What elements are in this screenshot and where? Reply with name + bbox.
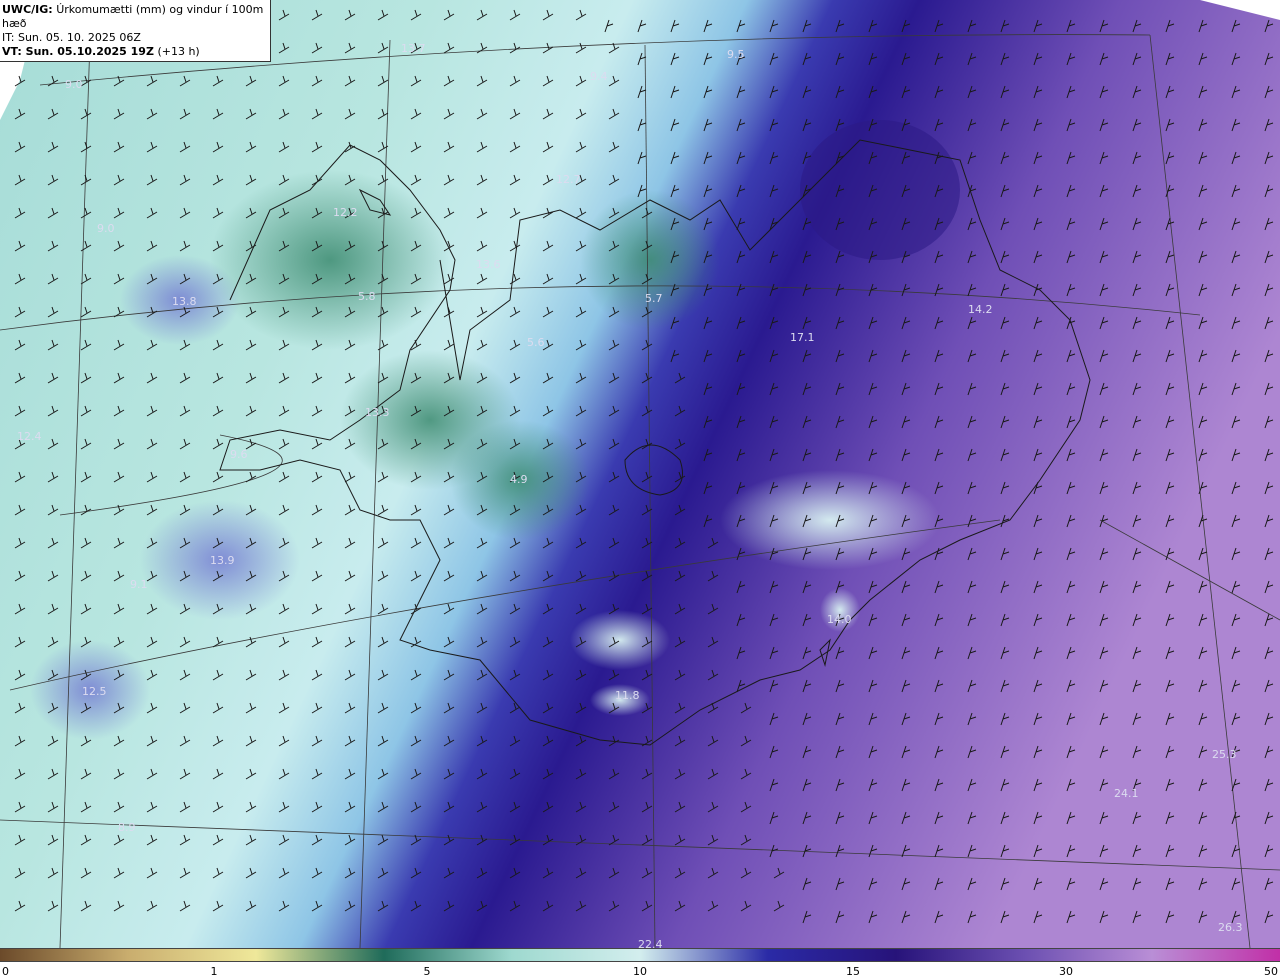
colorbar-tick: 1: [210, 965, 218, 978]
map-value-label: 9.5: [727, 48, 745, 61]
precip-blob: [580, 190, 720, 330]
map-value-label: 24.1: [1114, 787, 1139, 800]
map-value-label: 14.2: [968, 303, 993, 316]
colorbar-tick: 30: [1059, 965, 1073, 978]
map-value-label: 11.8: [615, 689, 640, 702]
map-value-label: 9.0: [97, 222, 115, 235]
map-value-label: 13.9: [210, 554, 235, 567]
map-value-label: 9.6: [230, 448, 248, 461]
colorbar-tick: 10: [633, 965, 647, 978]
map-value-label: 5.8: [358, 290, 376, 303]
map-value-label: 9.0: [65, 78, 83, 91]
map-value-label: 13.7: [401, 42, 426, 55]
map-value-label: 9.1: [130, 578, 148, 591]
colorbar-strip: [0, 948, 1280, 962]
colorbar-tick: 0: [2, 965, 9, 978]
precip-field: [0, 0, 1280, 948]
map-value-label: 9.4: [590, 70, 608, 83]
map-value-label: 8.9: [118, 821, 136, 834]
map-value-label: 12.4: [17, 430, 42, 443]
weather-map: 13.7 9.4 9.5 9.0 12.7 12.2 9.0 13.6 13.8 5.8 5.7 14…: [0, 0, 1280, 948]
model-name: UWC/IG:: [2, 3, 53, 16]
map-value-label: 12.7: [556, 173, 581, 186]
info-box: UWC/IG: Úrkomumætti (mm) og vindur í 100…: [0, 0, 271, 62]
map-value-label: 5.7: [645, 292, 663, 305]
issue-time: IT: Sun. 05. 10. 2025 06Z: [2, 31, 141, 44]
map-value-label: 13.3: [365, 406, 390, 419]
map-value-label: 25.3: [1212, 748, 1237, 761]
valid-time: VT: Sun. 05.10.2025 19Z: [2, 45, 154, 58]
precip-blob: [800, 120, 960, 260]
colorbar-tick: 15: [846, 965, 860, 978]
map-value-label: 5.6: [527, 336, 545, 349]
map-value-label: 22.4: [638, 938, 663, 948]
map-value-label: 4.9: [510, 473, 528, 486]
lead-time: (+13 h): [157, 45, 200, 58]
colorbar-tick: 50: [1264, 965, 1278, 978]
map-value-label: 14.0: [827, 613, 852, 626]
map-value-label: 13.6: [476, 258, 501, 271]
colorbar: 0 1 5 10 15 30 50: [0, 948, 1280, 978]
map-value-label: 12.5: [82, 685, 107, 698]
map-canvas: 13.7 9.4 9.5 9.0 12.7 12.2 9.0 13.6 13.8 5.8 5.7 14…: [0, 0, 1280, 948]
map-value-label: 12.2: [333, 206, 358, 219]
precip-blob: [340, 350, 520, 490]
precip-blob: [570, 610, 670, 670]
map-value-label: 13.8: [172, 295, 197, 308]
map-value-label: 17.1: [790, 331, 815, 344]
map-value-label: 26.3: [1218, 921, 1243, 934]
precip-blob: [210, 170, 450, 350]
colorbar-tick: 5: [423, 965, 431, 978]
